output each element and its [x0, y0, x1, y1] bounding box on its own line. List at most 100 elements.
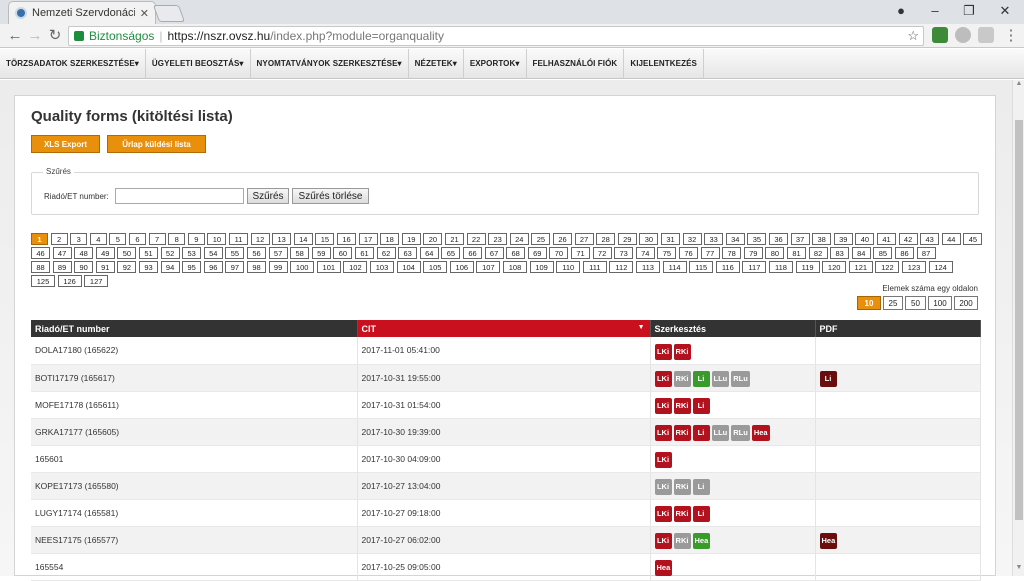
- page-121-button[interactable]: 121: [848, 261, 873, 273]
- edit-form-li-button[interactable]: Li: [692, 506, 710, 522]
- edit-form-li-button[interactable]: Li: [692, 425, 710, 441]
- page-101-button[interactable]: 101: [316, 261, 341, 273]
- page-58-button[interactable]: 58: [290, 247, 310, 259]
- page-94-button[interactable]: 94: [160, 261, 180, 273]
- page-41-button[interactable]: 41: [877, 233, 896, 245]
- column-header-3[interactable]: PDF: [815, 320, 981, 337]
- column-header-0[interactable]: Riadó/ET number: [31, 320, 358, 337]
- page-22-button[interactable]: 22: [466, 233, 486, 245]
- menu-item[interactable]: FELHASZNÁLÓI FIÓK: [527, 49, 625, 78]
- page-117-button[interactable]: 117: [742, 261, 767, 273]
- page-87-button[interactable]: 87: [916, 247, 936, 259]
- page-46-button[interactable]: 46: [31, 247, 50, 259]
- page-118-button[interactable]: 118: [769, 261, 793, 273]
- page-82-button[interactable]: 82: [808, 247, 828, 259]
- page-16-button[interactable]: 16: [337, 233, 356, 245]
- page-84-button[interactable]: 84: [851, 247, 871, 259]
- page-89-button[interactable]: 89: [52, 261, 72, 273]
- page-122-button[interactable]: 122: [875, 261, 900, 273]
- page-25-button[interactable]: 25: [531, 233, 551, 245]
- page-50-button[interactable]: 50: [117, 247, 137, 259]
- page-86-button[interactable]: 86: [895, 247, 914, 259]
- filter-button[interactable]: Szűrés: [247, 188, 289, 204]
- page-108-button[interactable]: 108: [503, 261, 527, 273]
- address-bar[interactable]: Biztonságos | https://nszr.ovsz.hu/index…: [68, 26, 924, 46]
- edit-form-lki-button[interactable]: LKi: [654, 371, 672, 387]
- page-114-button[interactable]: 114: [662, 261, 687, 273]
- page-103-button[interactable]: 103: [370, 261, 394, 273]
- pdf-li-button[interactable]: Li: [819, 371, 837, 387]
- page-24-button[interactable]: 24: [509, 233, 529, 245]
- page-63-button[interactable]: 63: [398, 247, 418, 259]
- riado-number-input[interactable]: [115, 188, 244, 204]
- bookmark-star-icon[interactable]: ☆: [907, 28, 919, 44]
- send-list-button[interactable]: Űrlap küldési lista: [107, 135, 206, 153]
- edit-form-lki-button[interactable]: LKi: [654, 479, 672, 495]
- page-67-button[interactable]: 67: [484, 247, 504, 259]
- per-page-25-button[interactable]: 25: [883, 296, 903, 310]
- extension-icon-1[interactable]: [932, 27, 948, 43]
- page-62-button[interactable]: 62: [376, 247, 396, 259]
- edit-form-rki-button[interactable]: RKi: [673, 533, 691, 549]
- page-97-button[interactable]: 97: [225, 261, 245, 273]
- edit-form-rki-button[interactable]: RKi: [673, 343, 691, 360]
- page-36-button[interactable]: 36: [769, 233, 788, 245]
- page-76-button[interactable]: 76: [679, 247, 698, 259]
- edit-form-hea-button[interactable]: Hea: [654, 560, 673, 576]
- page-26-button[interactable]: 26: [553, 233, 572, 245]
- scrollbar-thumb[interactable]: [1015, 120, 1023, 520]
- page-61-button[interactable]: 61: [355, 247, 374, 259]
- page-119-button[interactable]: 119: [795, 261, 820, 273]
- page-95-button[interactable]: 95: [182, 261, 202, 273]
- page-113-button[interactable]: 113: [636, 261, 660, 273]
- edit-form-lki-button[interactable]: LKi: [654, 398, 672, 414]
- page-30-button[interactable]: 30: [639, 233, 659, 245]
- page-127-button[interactable]: 127: [84, 275, 109, 287]
- page-17-button[interactable]: 17: [358, 233, 378, 245]
- page-13-button[interactable]: 13: [272, 233, 292, 245]
- page-4-button[interactable]: 4: [89, 233, 107, 245]
- page-66-button[interactable]: 66: [463, 247, 482, 259]
- page-37-button[interactable]: 37: [790, 233, 810, 245]
- page-48-button[interactable]: 48: [74, 247, 94, 259]
- page-69-button[interactable]: 69: [527, 247, 547, 259]
- edit-form-rki-button[interactable]: RKi: [673, 398, 691, 414]
- edit-form-llu-button[interactable]: LLu: [711, 371, 730, 387]
- page-106-button[interactable]: 106: [449, 261, 474, 273]
- page-10-button[interactable]: 10: [207, 233, 227, 245]
- close-tab-icon[interactable]: ✕: [140, 7, 149, 20]
- page-12-button[interactable]: 12: [250, 233, 270, 245]
- menu-item[interactable]: KIJELENTKEZÉS: [624, 49, 704, 78]
- page-124-button[interactable]: 124: [928, 261, 953, 273]
- page-60-button[interactable]: 60: [333, 247, 353, 259]
- edit-form-lki-button[interactable]: LKi: [654, 506, 672, 522]
- page-85-button[interactable]: 85: [873, 247, 893, 259]
- page-35-button[interactable]: 35: [747, 233, 767, 245]
- page-80-button[interactable]: 80: [765, 247, 785, 259]
- page-43-button[interactable]: 43: [920, 233, 940, 245]
- page-3-button[interactable]: 3: [70, 233, 88, 245]
- menu-item[interactable]: NÉZETEK ▾: [409, 49, 464, 78]
- page-116-button[interactable]: 116: [715, 261, 740, 273]
- extension-icon-2[interactable]: [955, 27, 971, 43]
- page-45-button[interactable]: 45: [963, 233, 983, 245]
- page-32-button[interactable]: 32: [682, 233, 702, 245]
- page-111-button[interactable]: 111: [582, 261, 607, 273]
- page-126-button[interactable]: 126: [57, 275, 82, 287]
- new-tab-button[interactable]: [152, 5, 186, 22]
- page-54-button[interactable]: 54: [203, 247, 223, 259]
- edit-form-lki-button[interactable]: LKi: [654, 425, 672, 441]
- page-99-button[interactable]: 99: [268, 261, 288, 273]
- page-115-button[interactable]: 115: [689, 261, 714, 273]
- page-77-button[interactable]: 77: [700, 247, 720, 259]
- page-64-button[interactable]: 64: [419, 247, 439, 259]
- page-120-button[interactable]: 120: [822, 261, 847, 273]
- page-27-button[interactable]: 27: [574, 233, 594, 245]
- page-18-button[interactable]: 18: [380, 233, 400, 245]
- page-40-button[interactable]: 40: [855, 233, 875, 245]
- edit-form-hea-button[interactable]: Hea: [751, 425, 770, 441]
- scroll-up-icon[interactable]: ▲: [1013, 80, 1024, 92]
- edit-form-rki-button[interactable]: RKi: [673, 371, 691, 387]
- page-23-button[interactable]: 23: [488, 233, 508, 245]
- page-5-button[interactable]: 5: [109, 233, 127, 245]
